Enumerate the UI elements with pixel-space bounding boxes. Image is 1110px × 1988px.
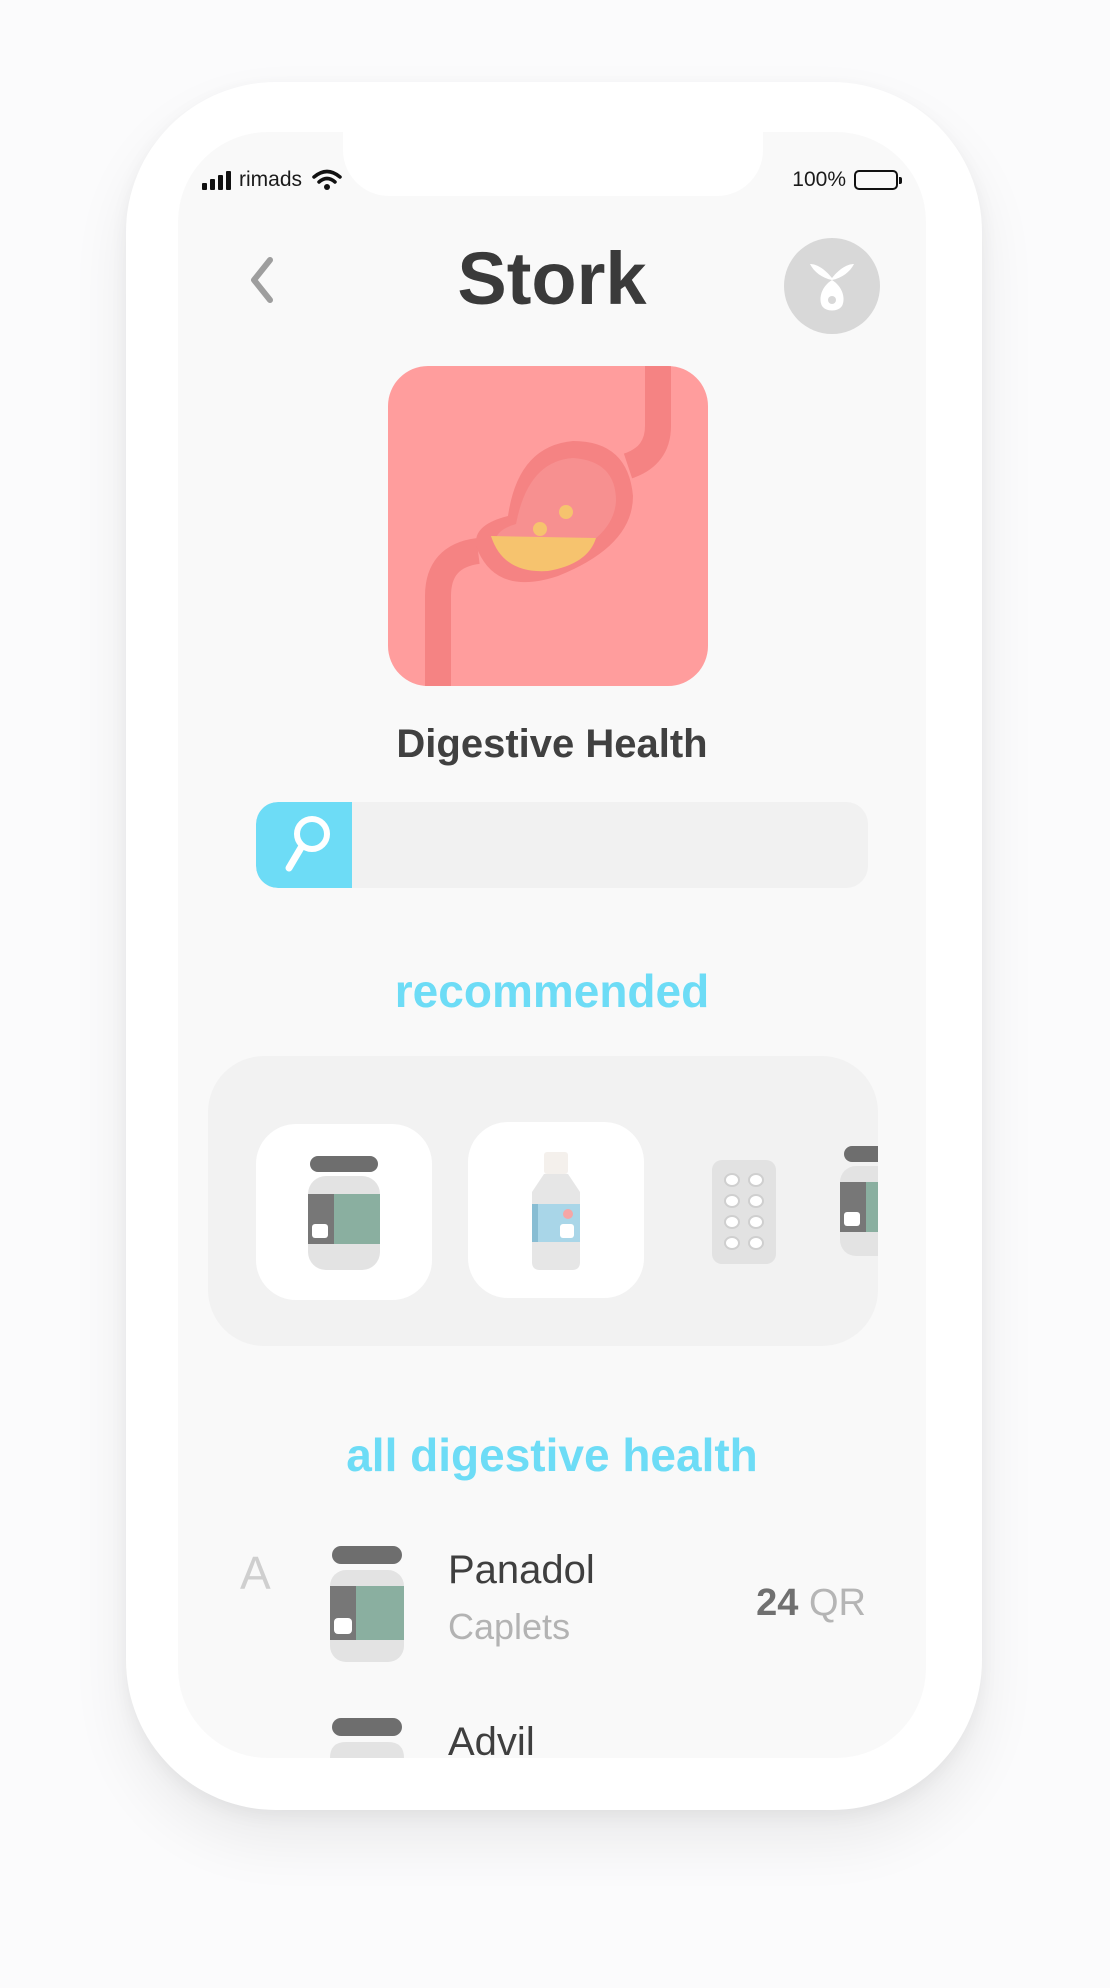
search-input[interactable] — [366, 822, 850, 870]
product-name: Advil — [448, 1720, 535, 1758]
category-name: Digestive Health — [396, 722, 708, 766]
stork-logo-icon — [810, 264, 854, 311]
battery-percentage: 100% — [792, 168, 846, 191]
search-icon — [285, 816, 330, 872]
medicine-jar-icon — [308, 1156, 380, 1270]
product-price: 24 QR — [756, 1582, 866, 1625]
search-bar — [256, 802, 868, 888]
battery-icon — [854, 170, 902, 190]
price-currency: QR — [809, 1582, 866, 1624]
search-button[interactable] — [256, 802, 352, 888]
profile-button[interactable] — [784, 238, 880, 334]
category-hero-image — [388, 366, 708, 686]
medicine-jar-icon — [330, 1718, 404, 1758]
product-card-jar[interactable] — [256, 1124, 432, 1300]
carrier-name: rimads — [239, 168, 303, 191]
status-bar-right: 100% — [792, 168, 902, 192]
wifi-icon — [312, 169, 342, 190]
status-bar-left: rimads — [202, 168, 342, 192]
app-screen: rimads 100% Stork Digestive Health recom… — [178, 132, 926, 1758]
device-notch — [343, 132, 763, 196]
recommended-carousel[interactable] — [208, 1056, 878, 1346]
product-card-bottle[interactable] — [468, 1122, 644, 1298]
syrup-bottle-icon — [532, 1152, 580, 1270]
stomach-icon — [425, 366, 671, 686]
medicine-jar-partial-icon[interactable] — [840, 1142, 878, 1262]
product-name: Panadol — [448, 1548, 595, 1592]
alphabet-index-letter: A — [240, 1547, 271, 1599]
product-form: Caplets — [448, 1606, 571, 1647]
price-value: 24 — [756, 1582, 799, 1624]
recommended-heading: recommended — [394, 965, 710, 1017]
pill-blister-icon[interactable] — [708, 1156, 780, 1268]
medicine-jar-icon — [330, 1546, 404, 1662]
signal-icon — [202, 170, 231, 190]
all-products-heading: all digestive health — [346, 1429, 758, 1481]
